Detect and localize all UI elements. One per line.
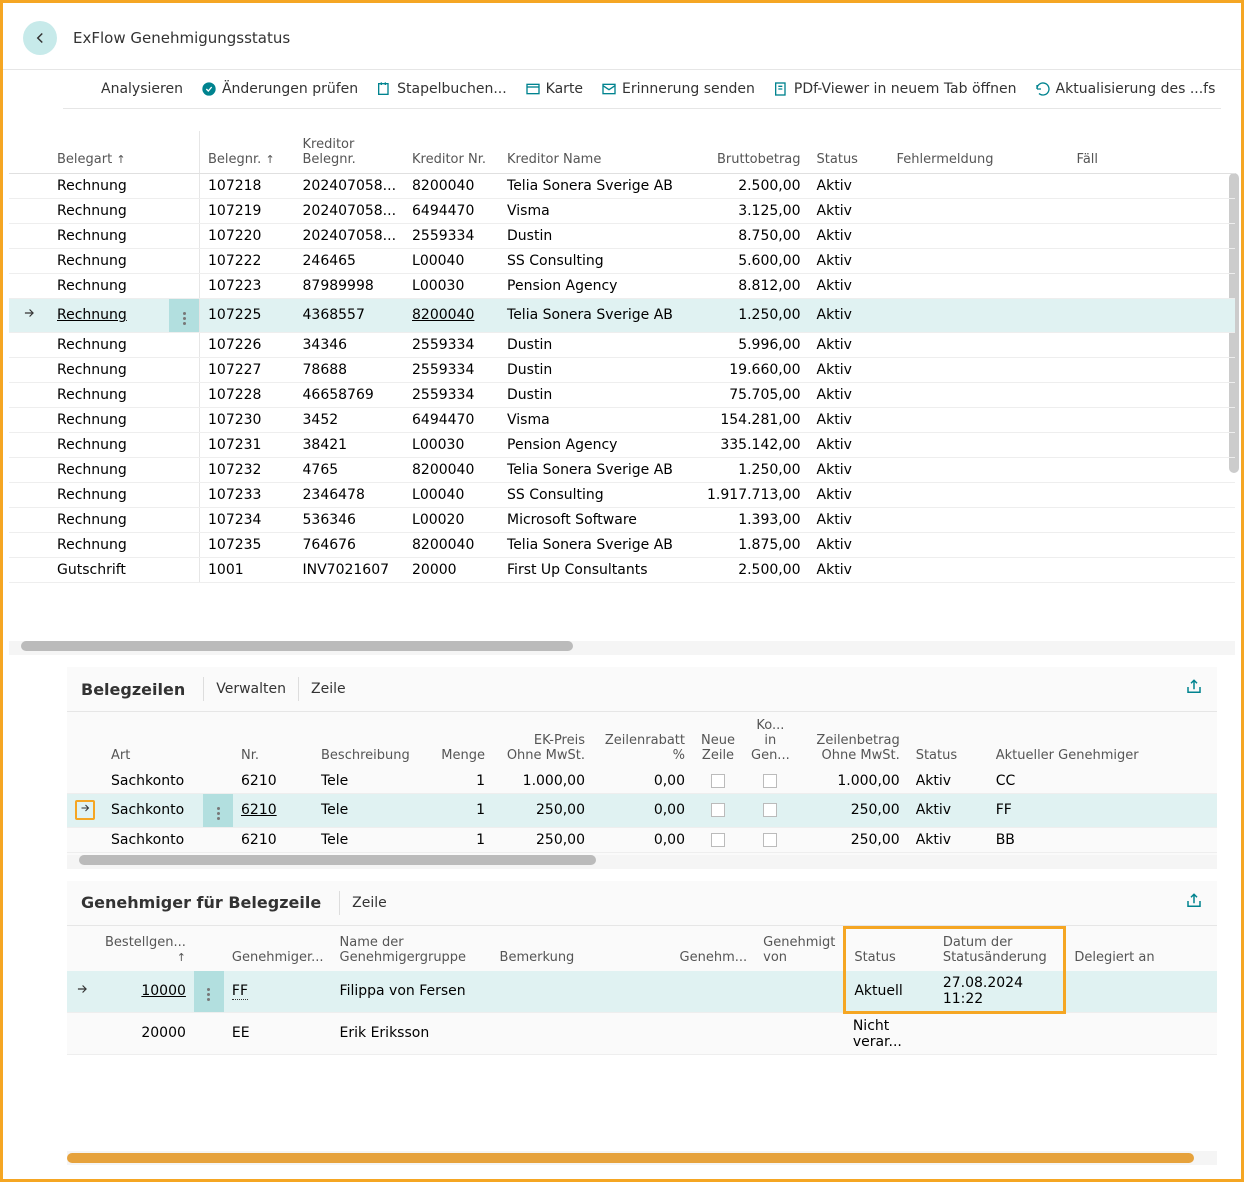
lcol-status[interactable]: Status xyxy=(908,712,988,769)
table-row[interactable]: Rechnung1072332346478L00040SS Consulting… xyxy=(9,482,1235,507)
table-row[interactable]: Rechnung107220202407058...2559334Dustin8… xyxy=(9,224,1235,249)
mail-icon xyxy=(601,81,617,97)
table-row[interactable]: Gutschrift1001INV702160720000First Up Co… xyxy=(9,557,1235,582)
col-gross[interactable]: Bruttobetrag xyxy=(699,131,809,174)
col-vname[interactable]: Kreditor Name xyxy=(499,131,699,174)
table-row[interactable]: Sachkonto6210Tele1250,000,00250,00AktivF… xyxy=(67,794,1217,828)
table-row[interactable]: Rechnung10722543685578200040Telia Sonera… xyxy=(9,299,1235,333)
table-row[interactable]: Rechnung10723247658200040Telia Sonera Sv… xyxy=(9,457,1235,482)
col-due[interactable]: Fäll xyxy=(1069,131,1235,174)
col-vno[interactable]: Kreditor Nr. xyxy=(404,131,499,174)
batch-book-button[interactable]: Stapelbuchen... xyxy=(376,81,507,97)
table-row[interactable]: Rechnung107234536346L00020Microsoft Soft… xyxy=(9,507,1235,532)
refresh-icon xyxy=(1035,81,1051,97)
back-button[interactable] xyxy=(23,21,57,55)
col-docType[interactable]: Belegart ↑ xyxy=(49,131,169,174)
table-row[interactable]: 20000EEErik ErikssonNicht verar... xyxy=(67,1012,1217,1054)
col-status[interactable]: Status xyxy=(809,131,889,174)
tab-manage[interactable]: Verwalten xyxy=(203,677,298,701)
lcol-account[interactable]: Ko... in Gen... xyxy=(743,712,798,769)
table-row[interactable]: Rechnung107226343462559334Dustin5.996,00… xyxy=(9,332,1235,357)
col-error[interactable]: Fehlermeldung xyxy=(889,131,1069,174)
toolbar: Analysieren Änderungen prüfen Stapelbuch… xyxy=(63,70,1221,109)
refresh-button[interactable]: Aktualisierung des ...fs xyxy=(1035,81,1216,97)
acol-approved[interactable]: Genehm... xyxy=(672,927,756,971)
approvers-title: Genehmiger für Belegzeile xyxy=(81,893,321,912)
share-button[interactable] xyxy=(1185,678,1203,700)
lcol-approver[interactable]: Aktueller Genehmiger xyxy=(988,712,1217,769)
bottom-hscroll[interactable] xyxy=(67,1151,1217,1165)
col-vdoc[interactable]: Kreditor Belegnr. xyxy=(295,131,405,174)
lines-table: Art Nr. Beschreibung Menge EK-Preis Ohne… xyxy=(67,712,1217,853)
approvers-panel: Genehmiger für Belegzeile Zeile Bestellg… xyxy=(67,881,1217,1055)
lcol-qty[interactable]: Menge xyxy=(433,712,493,769)
acol-delegated[interactable]: Delegiert an xyxy=(1065,927,1217,971)
checkbox[interactable] xyxy=(711,774,725,788)
lcol-newline[interactable]: Neue Zeile xyxy=(693,712,743,769)
acol-approvedby[interactable]: Genehmigt von xyxy=(755,927,845,971)
table-row[interactable]: Sachkonto6210Tele1250,000,00250,00AktivB… xyxy=(67,827,1217,852)
table-row[interactable]: Rechnung10723138421L00030Pension Agency3… xyxy=(9,432,1235,457)
tab-line[interactable]: Zeile xyxy=(298,677,358,701)
arrow-left-icon xyxy=(31,29,49,47)
lines-hscroll[interactable] xyxy=(67,855,1217,869)
documents-table: Belegart ↑ Belegnr. ↑ Kreditor Belegnr. … xyxy=(9,131,1235,583)
checkbox[interactable] xyxy=(711,803,725,817)
check-changes-button[interactable]: Änderungen prüfen xyxy=(201,81,358,97)
share-icon xyxy=(1185,678,1203,696)
approvers-share-button[interactable] xyxy=(1185,892,1203,914)
lcol-desc[interactable]: Beschreibung xyxy=(313,712,433,769)
row-actions-icon[interactable] xyxy=(177,310,191,328)
lcol-price[interactable]: EK-Preis Ohne MwSt. xyxy=(493,712,593,769)
lcol-no[interactable]: Nr. xyxy=(233,712,313,769)
lines-title: Belegzeilen xyxy=(81,680,185,699)
acol-approver[interactable]: Genehmiger... xyxy=(224,927,332,971)
table-row[interactable]: 10000FFFilippa von FersenAktuell27.08.20… xyxy=(67,971,1217,1013)
pdf-viewer-button[interactable]: PDf-Viewer in neuem Tab öffnen xyxy=(773,81,1017,97)
table-row[interactable]: Rechnung107218202407058...8200040Telia S… xyxy=(9,174,1235,199)
col-docNo[interactable]: Belegnr. ↑ xyxy=(200,131,295,174)
checkbox[interactable] xyxy=(763,833,777,847)
checkbox[interactable] xyxy=(763,774,777,788)
acol-order[interactable]: Bestellgen... ↑ xyxy=(97,927,194,971)
table-row[interactable]: Rechnung107219202407058...6494470Visma3.… xyxy=(9,199,1235,224)
page-title: ExFlow Genehmigungsstatus xyxy=(73,29,290,47)
share-icon xyxy=(1185,892,1203,910)
acol-date[interactable]: Datum der Statusänderung xyxy=(935,927,1065,971)
main-hscroll[interactable] xyxy=(9,641,1235,655)
batch-icon xyxy=(376,81,392,97)
table-row[interactable]: Rechnung107227786882559334Dustin19.660,0… xyxy=(9,357,1235,382)
acol-group[interactable]: Name der Genehmigergruppe xyxy=(332,927,492,971)
card-icon xyxy=(525,81,541,97)
approvers-table: Bestellgen... ↑ Genehmiger... Name der G… xyxy=(67,926,1217,1055)
table-row[interactable]: Rechnung107228466587692559334Dustin75.70… xyxy=(9,382,1235,407)
table-row[interactable]: Rechnung10723034526494470Visma154.281,00… xyxy=(9,407,1235,432)
checkbox[interactable] xyxy=(711,833,725,847)
table-row[interactable]: Sachkonto6210Tele11.000,000,001.000,00Ak… xyxy=(67,769,1217,794)
approvers-tab-line[interactable]: Zeile xyxy=(339,891,399,915)
pdf-icon xyxy=(773,81,789,97)
table-row[interactable]: Rechnung10722387989998L00030Pension Agen… xyxy=(9,274,1235,299)
row-actions-icon[interactable] xyxy=(211,805,225,823)
table-row[interactable]: Rechnung1072357646768200040Telia Sonera … xyxy=(9,532,1235,557)
lcol-disc[interactable]: Zeilenrabatt % xyxy=(593,712,693,769)
reminder-button[interactable]: Erinnerung senden xyxy=(601,81,755,97)
table-row[interactable]: Rechnung107222246465L00040SS Consulting5… xyxy=(9,249,1235,274)
acol-status[interactable]: Status xyxy=(845,927,935,971)
check-circle-icon xyxy=(201,81,217,97)
card-button[interactable]: Karte xyxy=(525,81,583,97)
acol-comment[interactable]: Bemerkung xyxy=(492,927,672,971)
lines-panel: Belegzeilen Verwalten Zeile Art Nr. Besc… xyxy=(67,667,1217,869)
checkbox[interactable] xyxy=(763,803,777,817)
lcol-amount[interactable]: Zeilenbetrag Ohne MwSt. xyxy=(798,712,908,769)
row-actions-icon[interactable] xyxy=(202,985,216,1003)
lcol-type[interactable]: Art xyxy=(103,712,203,769)
analyze-label: Analysieren xyxy=(101,81,183,97)
